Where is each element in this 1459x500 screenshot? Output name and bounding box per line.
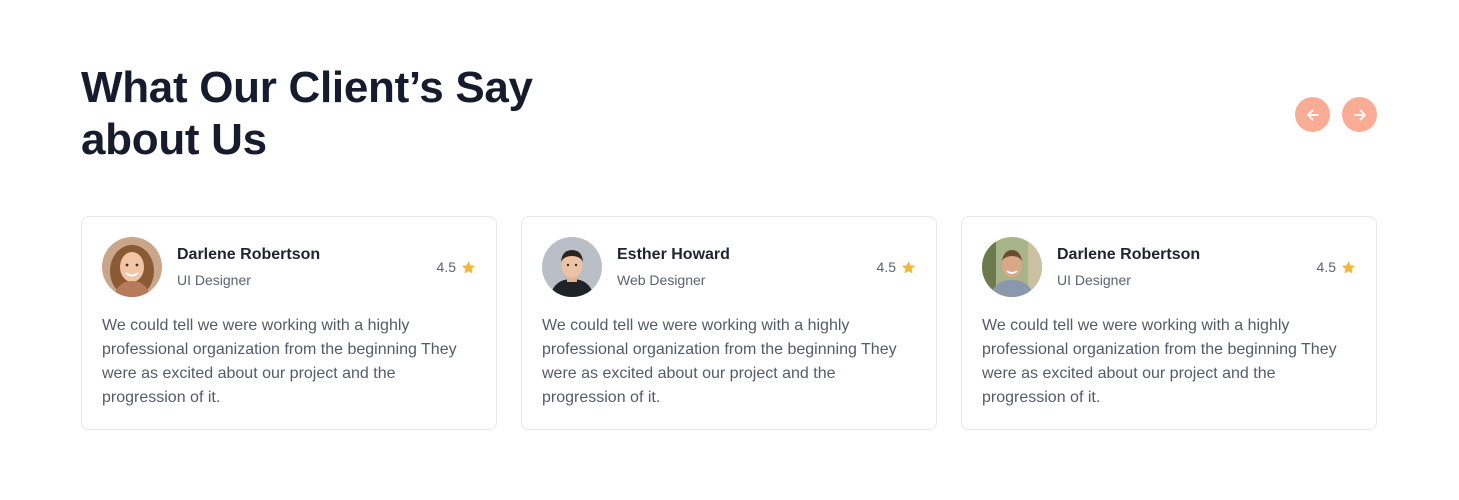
author-role: UI Designer xyxy=(1057,272,1131,288)
author-role: UI Designer xyxy=(177,272,251,288)
star-icon xyxy=(1341,260,1356,273)
author-name: Darlene Robertson xyxy=(1057,246,1201,263)
author-role: Web Designer xyxy=(617,272,706,288)
testimonial-card: Darlene Robertson UI Designer 4.5 We cou… xyxy=(961,216,1377,430)
testimonial-quote: We could tell we were working with a hig… xyxy=(982,317,1337,406)
card-header: Darlene Robertson UI Designer 4.5 xyxy=(102,237,476,297)
rating-value: 4.5 xyxy=(436,259,456,275)
avatar xyxy=(102,237,162,297)
author-info: Darlene Robertson UI Designer xyxy=(1057,245,1317,289)
testimonial-quote: We could tell we were working with a hig… xyxy=(102,317,457,406)
prev-button[interactable] xyxy=(1295,97,1330,132)
testimonial-quote: We could tell we were working with a hig… xyxy=(542,317,897,406)
avatar xyxy=(542,237,602,297)
author-name: Darlene Robertson xyxy=(177,246,321,263)
rating-value: 4.5 xyxy=(876,259,896,275)
rating: 4.5 xyxy=(1317,259,1356,275)
section-title: What Our Client’s Say about Us xyxy=(81,63,533,164)
testimonial-card: Darlene Robertson UI Designer 4.5 We cou… xyxy=(81,216,497,430)
rating: 4.5 xyxy=(437,259,476,275)
avatar xyxy=(982,237,1042,297)
rating-value: 4.5 xyxy=(1316,259,1336,275)
star-icon xyxy=(901,260,916,273)
author-info: Esther Howard Web Designer xyxy=(617,245,877,289)
author-info: Darlene Robertson UI Designer xyxy=(177,245,437,289)
arrow-right-icon xyxy=(1353,109,1366,120)
next-button[interactable] xyxy=(1342,97,1377,132)
rating: 4.5 xyxy=(877,259,916,275)
testimonial-card: Esther Howard Web Designer 4.5 We could … xyxy=(521,216,937,430)
testimonial-list: Darlene Robertson UI Designer 4.5 We cou… xyxy=(81,216,1377,430)
carousel-nav xyxy=(1295,97,1377,132)
arrow-left-icon xyxy=(1306,109,1319,120)
card-header: Esther Howard Web Designer 4.5 xyxy=(542,237,916,297)
author-name: Esther Howard xyxy=(617,246,730,263)
card-header: Darlene Robertson UI Designer 4.5 xyxy=(982,237,1356,297)
star-icon xyxy=(461,260,476,273)
